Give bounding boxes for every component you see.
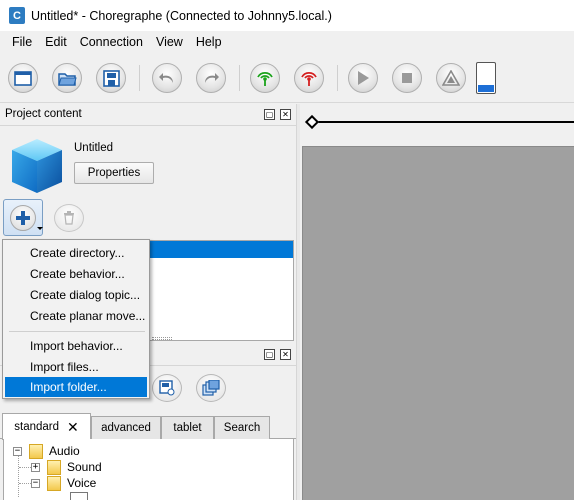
undo-icon xyxy=(159,73,173,83)
debug-button[interactable] xyxy=(436,63,466,93)
toolbar xyxy=(0,53,574,103)
close-icon[interactable]: ✕ xyxy=(280,349,291,360)
toolbar-separator xyxy=(239,65,240,91)
timeline-ruler[interactable] xyxy=(312,121,574,123)
open-project-button[interactable] xyxy=(52,63,82,93)
menu-import-folder[interactable]: Import folder... xyxy=(5,377,147,397)
title-bar: C Untitled* - Choregraphe (Connected to … xyxy=(0,0,574,31)
tree-line xyxy=(19,483,31,484)
tree-item-sound[interactable]: + Sound xyxy=(31,459,102,475)
open-project-icon xyxy=(57,72,77,86)
resize-grip[interactable] xyxy=(152,337,172,340)
menu-create-planar-move[interactable]: Create planar move... xyxy=(5,306,147,326)
tab-search[interactable]: Search xyxy=(214,416,270,439)
redo-icon xyxy=(205,73,219,83)
menu-help[interactable]: Help xyxy=(190,35,228,49)
toolbar-separator xyxy=(337,65,338,91)
menu-import-files[interactable]: Import files... xyxy=(5,357,147,377)
collapse-icon[interactable]: − xyxy=(31,478,40,488)
add-button[interactable] xyxy=(3,199,43,236)
box-icon xyxy=(70,492,88,500)
folder-icon xyxy=(47,459,61,475)
collapse-icon[interactable]: − xyxy=(13,446,22,456)
library-tabs: standard ✕ advanced tablet Search xyxy=(0,413,296,440)
menu-import-behavior[interactable]: Import behavior... xyxy=(5,336,147,356)
tree-item-label: Sound xyxy=(67,460,102,474)
menu-bar: File Edit Connection View Help xyxy=(0,31,574,53)
library-icon xyxy=(202,380,220,396)
properties-button[interactable]: Properties xyxy=(74,162,154,184)
stop-button[interactable] xyxy=(392,63,422,93)
toolbar-separator xyxy=(139,65,140,91)
folder-icon xyxy=(47,475,61,491)
save-library-icon xyxy=(159,380,175,396)
menu-connection[interactable]: Connection xyxy=(74,35,149,49)
library-tree: − Audio + Sound − Voice xyxy=(3,439,294,500)
stop-icon xyxy=(402,73,412,83)
debug-icon xyxy=(442,70,460,86)
flow-diagram-canvas[interactable] xyxy=(302,146,574,500)
new-project-button[interactable] xyxy=(8,63,38,93)
trash-icon xyxy=(64,211,74,225)
menu-file[interactable]: File xyxy=(6,35,38,49)
project-name: Untitled xyxy=(74,142,113,154)
delete-button[interactable] xyxy=(54,204,84,232)
undo-button[interactable] xyxy=(152,63,182,93)
connect-icon xyxy=(257,71,273,86)
redo-button[interactable] xyxy=(196,63,226,93)
folder-icon xyxy=(29,443,43,459)
panel-splitter[interactable] xyxy=(296,104,300,500)
menu-separator xyxy=(9,331,145,332)
tree-item-voice[interactable]: − Voice xyxy=(31,475,96,491)
library-save-button[interactable] xyxy=(152,374,182,402)
play-icon xyxy=(358,71,369,85)
tab-advanced[interactable]: advanced xyxy=(91,416,161,439)
tree-item-audio[interactable]: − Audio xyxy=(13,443,80,459)
dropdown-arrow-icon xyxy=(37,227,43,230)
menu-view[interactable]: View xyxy=(150,35,189,49)
timeline-area xyxy=(296,104,574,500)
disconnect-button[interactable] xyxy=(294,63,324,93)
project-cube-icon xyxy=(12,139,62,193)
window-title: Untitled* - Choregraphe (Connected to Jo… xyxy=(31,8,332,23)
plus-icon xyxy=(16,211,30,225)
connect-button[interactable] xyxy=(250,63,280,93)
timeline-cursor[interactable] xyxy=(304,114,320,130)
battery-level xyxy=(478,85,494,92)
close-tab-icon[interactable]: ✕ xyxy=(67,419,79,436)
menu-create-directory[interactable]: Create directory... xyxy=(5,243,147,263)
app-icon: C xyxy=(9,7,25,24)
add-dropdown-menu: Create directory... Create behavior... C… xyxy=(2,239,150,399)
save-project-icon xyxy=(102,69,120,87)
library-browse-button[interactable] xyxy=(196,374,226,402)
save-project-button[interactable] xyxy=(96,63,126,93)
tab-label: standard xyxy=(14,421,60,433)
panel-title: Project content xyxy=(5,108,82,120)
tree-item-label: Audio xyxy=(49,444,80,458)
add-circle xyxy=(10,205,36,231)
menu-edit[interactable]: Edit xyxy=(39,35,73,49)
expand-icon[interactable]: + xyxy=(31,462,40,472)
undock-icon[interactable]: ▢ xyxy=(264,349,275,360)
play-button[interactable] xyxy=(348,63,378,93)
undock-icon[interactable]: ▢ xyxy=(264,109,275,120)
disconnect-icon xyxy=(301,71,317,86)
tab-standard[interactable]: standard ✕ xyxy=(2,413,91,440)
close-icon[interactable]: ✕ xyxy=(280,109,291,120)
tab-tablet[interactable]: tablet xyxy=(161,416,214,439)
panel-header: Project content ▢ ✕ xyxy=(0,104,296,126)
tree-item-label: Voice xyxy=(67,476,97,490)
menu-create-dialog-topic[interactable]: Create dialog topic... xyxy=(5,285,147,305)
battery-indicator xyxy=(476,62,496,94)
tree-line xyxy=(19,467,31,468)
new-project-icon xyxy=(14,70,32,86)
menu-create-behavior[interactable]: Create behavior... xyxy=(5,264,147,284)
